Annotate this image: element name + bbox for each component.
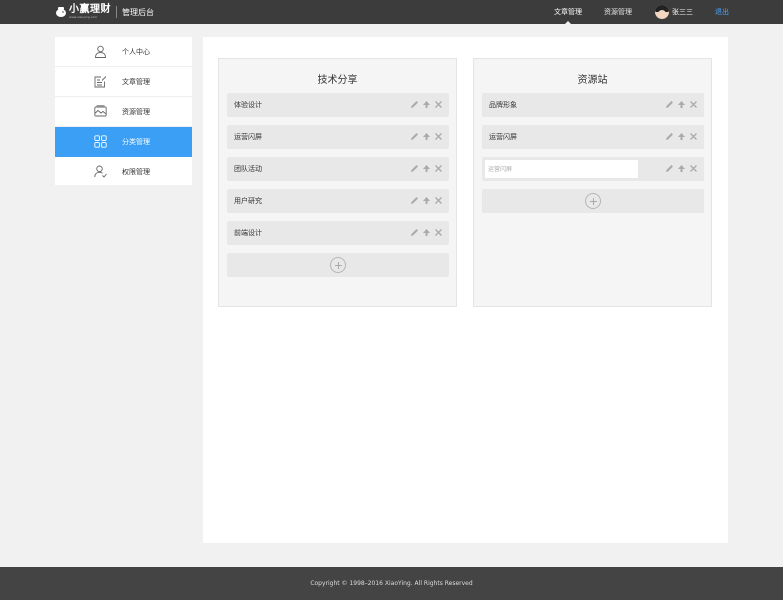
category-row[interactable]: 运营闪屏 xyxy=(227,125,449,149)
top-bar: 小赢理财 www.xiaoying.com 管理后台 文章管理 资源管理 张三三… xyxy=(0,0,783,24)
copyright-text: Copyright © 1998–2016 XiaoYing. All Righ… xyxy=(310,580,473,587)
sidebar-item-permission-management[interactable]: 权限管理 xyxy=(55,157,192,187)
user-name[interactable]: 张三三 xyxy=(672,0,693,24)
plus-circle-icon xyxy=(585,193,601,209)
sidebar-item-label: 资源管理 xyxy=(122,107,150,116)
logout-link[interactable]: 退出 xyxy=(715,0,729,24)
delete-x-icon[interactable] xyxy=(689,100,698,109)
category-row[interactable]: 前端设计 xyxy=(227,221,449,245)
user-permission-icon xyxy=(94,165,107,178)
row-actions xyxy=(410,132,443,141)
move-up-arrow-icon[interactable] xyxy=(422,100,431,109)
nav-article-management[interactable]: 文章管理 xyxy=(554,0,582,24)
row-actions xyxy=(410,164,443,173)
sidebar-item-category-management[interactable]: 分类管理 xyxy=(55,127,192,157)
delete-x-icon[interactable] xyxy=(434,228,443,237)
move-up-arrow-icon[interactable] xyxy=(422,196,431,205)
category-row[interactable]: 用户研究 xyxy=(227,189,449,213)
row-actions xyxy=(665,132,698,141)
category-row-editing xyxy=(482,157,704,181)
add-category-button[interactable] xyxy=(227,253,449,277)
logo-divider xyxy=(116,6,117,18)
edit-pencil-icon[interactable] xyxy=(665,100,674,109)
sidebar-item-label: 权限管理 xyxy=(122,168,150,176)
category-row-label: 体验设计 xyxy=(234,101,262,109)
category-row-label: 运营闪屏 xyxy=(489,133,517,141)
category-name-input[interactable] xyxy=(485,160,638,178)
user-icon xyxy=(95,45,106,58)
sidebar-item-article-management[interactable]: 文章管理 xyxy=(55,67,192,97)
category-panel-tech-sharing: 技术分享 体验设计 运营闪屏 团队活动 用户研究 前端设计 xyxy=(218,58,457,307)
avatar-face xyxy=(658,10,666,18)
sidebar-item-label: 分类管理 xyxy=(122,137,150,146)
sidebar: 个人中心 文章管理 资源管理 分类管理 权限管理 xyxy=(55,37,192,185)
admin-title: 管理后台 xyxy=(122,7,154,17)
piggy-bank-logo-icon xyxy=(56,7,66,17)
edit-pencil-icon[interactable] xyxy=(410,228,419,237)
category-row-label: 前端设计 xyxy=(234,229,262,237)
category-grid-icon xyxy=(94,135,107,148)
delete-x-icon[interactable] xyxy=(689,132,698,141)
row-actions xyxy=(665,100,698,109)
main-content: 技术分享 体验设计 运营闪屏 团队活动 用户研究 前端设计 资源站 品牌形象 运… xyxy=(203,37,728,543)
category-row-label: 团队活动 xyxy=(234,165,262,173)
row-actions xyxy=(410,100,443,109)
category-row[interactable]: 运营闪屏 xyxy=(482,125,704,149)
logo[interactable]: 小赢理财 www.xiaoying.com 管理后台 xyxy=(55,4,154,20)
sidebar-item-label: 个人中心 xyxy=(122,47,150,56)
move-up-arrow-icon[interactable] xyxy=(422,132,431,141)
edit-pencil-icon[interactable] xyxy=(665,132,674,141)
article-edit-icon xyxy=(94,76,107,88)
sidebar-item-personal-center[interactable]: 个人中心 xyxy=(55,37,192,67)
resource-image-icon xyxy=(94,105,107,117)
category-row-label: 品牌形象 xyxy=(489,101,517,109)
edit-pencil-icon[interactable] xyxy=(410,132,419,141)
edit-pencil-icon[interactable] xyxy=(410,196,419,205)
avatar[interactable] xyxy=(655,5,669,19)
row-actions xyxy=(410,228,443,237)
delete-x-icon[interactable] xyxy=(434,100,443,109)
delete-x-icon[interactable] xyxy=(434,132,443,141)
add-category-button[interactable] xyxy=(482,189,704,213)
row-actions xyxy=(410,196,443,205)
plus-circle-icon xyxy=(330,257,346,273)
delete-x-icon[interactable] xyxy=(434,196,443,205)
delete-x-icon[interactable] xyxy=(689,164,698,173)
logo-text: 小赢理财 xyxy=(69,4,111,15)
nav-resource-management[interactable]: 资源管理 xyxy=(604,0,632,24)
sidebar-item-resource-management[interactable]: 资源管理 xyxy=(55,97,192,127)
panel-title: 技术分享 xyxy=(317,75,358,86)
delete-x-icon[interactable] xyxy=(434,164,443,173)
move-up-arrow-icon[interactable] xyxy=(422,164,431,173)
move-up-arrow-icon[interactable] xyxy=(677,164,686,173)
move-up-arrow-icon[interactable] xyxy=(677,132,686,141)
footer: Copyright © 1998–2016 XiaoYing. All Righ… xyxy=(0,567,783,600)
category-panel-resource-site: 资源站 品牌形象 运营闪屏 xyxy=(473,58,712,307)
edit-pencil-icon[interactable] xyxy=(410,164,419,173)
category-row[interactable]: 品牌形象 xyxy=(482,93,704,117)
move-up-arrow-icon[interactable] xyxy=(677,100,686,109)
category-row-label: 运营闪屏 xyxy=(234,133,262,141)
sidebar-item-label: 文章管理 xyxy=(122,77,150,86)
move-up-arrow-icon[interactable] xyxy=(422,228,431,237)
panel-title: 资源站 xyxy=(577,75,608,86)
category-row-label: 用户研究 xyxy=(234,197,262,205)
category-row[interactable]: 体验设计 xyxy=(227,93,449,117)
edit-pencil-icon[interactable] xyxy=(410,100,419,109)
category-row[interactable]: 团队活动 xyxy=(227,157,449,181)
logo-url: www.xiaoying.com xyxy=(69,15,98,19)
edit-pencil-icon[interactable] xyxy=(665,164,674,173)
row-actions xyxy=(665,164,698,173)
